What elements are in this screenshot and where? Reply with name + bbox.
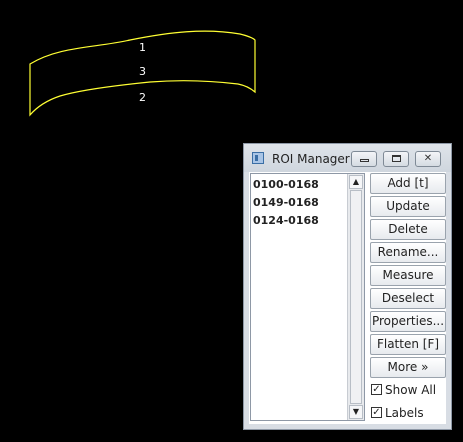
- deselect-button[interactable]: Deselect: [370, 288, 446, 309]
- rename-button[interactable]: Rename...: [370, 242, 446, 263]
- checkbox-checked-icon[interactable]: ✓: [371, 384, 382, 395]
- scroll-down-button[interactable]: ▼: [349, 405, 363, 419]
- delete-button[interactable]: Delete: [370, 219, 446, 240]
- measure-button[interactable]: Measure: [370, 265, 446, 286]
- maximize-icon: [391, 155, 401, 162]
- roi-label-1: 1: [139, 41, 146, 54]
- content-panel: 0100-0168 0149-0168 0124-0168 ▲ ▼ Add [t…: [249, 172, 446, 424]
- close-icon: ✕: [423, 153, 433, 164]
- more-button[interactable]: More »: [370, 357, 446, 378]
- minimize-button[interactable]: [351, 151, 377, 167]
- update-button[interactable]: Update: [370, 196, 446, 217]
- labels-label: Labels: [385, 406, 424, 420]
- properties-button[interactable]: Properties...: [370, 311, 446, 332]
- list-item[interactable]: 0124-0168: [253, 214, 319, 227]
- title-bar[interactable]: ROI Manager ✕: [244, 144, 451, 172]
- roi-label-2: 2: [139, 91, 146, 104]
- vertical-scrollbar[interactable]: ▲ ▼: [347, 174, 364, 420]
- roi-manager-window: ROI Manager ✕ 0100-0168 0149-0168 0124-0…: [243, 143, 452, 430]
- triangle-up-icon: ▲: [352, 177, 360, 186]
- roi-label-3: 3: [139, 65, 146, 78]
- scroll-up-button[interactable]: ▲: [349, 175, 363, 189]
- maximize-button[interactable]: [383, 151, 409, 167]
- triangle-down-icon: ▼: [352, 407, 360, 416]
- checkbox-checked-icon[interactable]: ✓: [371, 407, 382, 418]
- roi-list[interactable]: 0100-0168 0149-0168 0124-0168 ▲ ▼: [250, 173, 365, 421]
- list-item[interactable]: 0149-0168: [253, 196, 319, 209]
- show-all-label: Show All: [385, 383, 437, 397]
- flatten-button[interactable]: Flatten [F]: [370, 334, 446, 355]
- add-button[interactable]: Add [t]: [370, 173, 446, 194]
- window-title: ROI Manager: [272, 152, 350, 166]
- imagej-icon: [252, 152, 264, 164]
- close-button[interactable]: ✕: [415, 151, 441, 167]
- scrollbar-thumb[interactable]: [350, 190, 362, 404]
- list-item[interactable]: 0100-0168: [253, 178, 319, 191]
- minimize-icon: [359, 159, 369, 162]
